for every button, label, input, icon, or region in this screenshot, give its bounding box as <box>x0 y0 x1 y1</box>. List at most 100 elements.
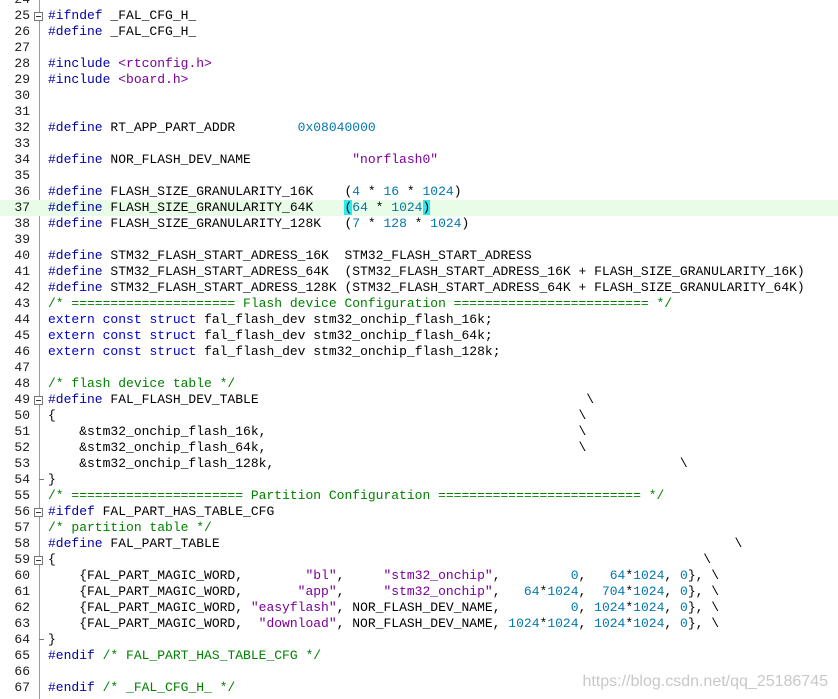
code-text[interactable]: extern const struct fal_flash_dev stm32_… <box>48 344 501 360</box>
code-line[interactable]: 45 extern const struct fal_flash_dev stm3… <box>0 328 838 344</box>
code-line[interactable]: 26 #define _FAL_CFG_H_ <box>0 24 838 40</box>
line-number: 25 <box>14 8 30 23</box>
code-line[interactable]: 33 <box>0 136 838 152</box>
line-number: 51 <box>14 424 30 439</box>
code-line[interactable]: 40 #define STM32_FLASH_START_ADRESS_16K S… <box>0 248 838 264</box>
line-number: 41 <box>14 264 30 279</box>
code-text[interactable]: } <box>48 472 56 488</box>
code-text[interactable]: extern const struct fal_flash_dev stm32_… <box>48 328 493 344</box>
code-text[interactable]: /* partition table */ <box>48 520 212 536</box>
code-text[interactable]: #define FLASH_SIZE_GRANULARITY_64K (64 *… <box>48 200 431 216</box>
watermark: https://blog.csdn.net/qq_25186745 <box>582 673 828 690</box>
code-line[interactable]: 44 extern const struct fal_flash_dev stm3… <box>0 312 838 328</box>
line-number: 67 <box>14 680 30 695</box>
code-text[interactable]: #define _FAL_CFG_H_ <box>48 24 196 40</box>
code-line[interactable]: 51 &stm32_onchip_flash_16k, \ <box>0 424 838 440</box>
line-number: 58 <box>14 536 30 551</box>
code-text[interactable]: #ifdef FAL_PART_HAS_TABLE_CFG <box>48 504 274 520</box>
code-text[interactable]: /* ===================== Flash device Co… <box>48 296 672 312</box>
line-number: 32 <box>14 120 30 135</box>
code-line[interactable]: 34 #define NOR_FLASH_DEV_NAME "norflash0" <box>0 152 838 168</box>
code-text[interactable]: {FAL_PART_MAGIC_WORD, "download", NOR_FL… <box>48 616 719 632</box>
code-line[interactable]: 52 &stm32_onchip_flash_64k, \ <box>0 440 838 456</box>
code-text[interactable]: #define STM32_FLASH_START_ADRESS_16K STM… <box>48 248 532 264</box>
code-text[interactable]: #define STM32_FLASH_START_ADRESS_64K (ST… <box>48 264 805 280</box>
code-line[interactable]: 30 <box>0 88 838 104</box>
code-text[interactable]: #define STM32_FLASH_START_ADRESS_128K (S… <box>48 280 805 296</box>
code-line[interactable]: 55 /* ====================== Partition Co… <box>0 488 838 504</box>
code-text[interactable]: #define FAL_FLASH_DEV_TABLE \ <box>48 392 594 408</box>
code-text[interactable]: #include <rtconfig.h> <box>48 56 212 72</box>
code-line[interactable]: 47 <box>0 360 838 376</box>
code-text[interactable]: {FAL_PART_MAGIC_WORD, "app", "stm32_onch… <box>48 584 719 600</box>
code-line[interactable]: 49 #define FAL_FLASH_DEV_TABLE \ <box>0 392 838 408</box>
code-line[interactable]: 59 { \ <box>0 552 838 568</box>
code-line[interactable]: 43 /* ===================== Flash device … <box>0 296 838 312</box>
code-line[interactable]: 27 <box>0 40 838 56</box>
line-number: 36 <box>14 184 30 199</box>
code-text[interactable]: #define FAL_PART_TABLE \ <box>48 536 742 552</box>
code-text[interactable]: /* ====================== Partition Conf… <box>48 488 664 504</box>
fold-toggle-icon[interactable] <box>34 556 43 565</box>
code-text[interactable]: #define RT_APP_PART_ADDR 0x08040000 <box>48 120 376 136</box>
code-line[interactable]: 61 {FAL_PART_MAGIC_WORD, "app", "stm32_o… <box>0 584 838 600</box>
code-line[interactable]: 24 <box>0 0 838 8</box>
code-line[interactable]: 56 #ifdef FAL_PART_HAS_TABLE_CFG <box>0 504 838 520</box>
code-line[interactable]: 60 {FAL_PART_MAGIC_WORD, "bl", "stm32_on… <box>0 568 838 584</box>
code-text[interactable]: } <box>48 632 56 648</box>
code-line[interactable]: 58 #define FAL_PART_TABLE \ <box>0 536 838 552</box>
line-number: 44 <box>14 312 30 327</box>
code-line[interactable]: 62 {FAL_PART_MAGIC_WORD, "easyflash", NO… <box>0 600 838 616</box>
code-text[interactable]: {FAL_PART_MAGIC_WORD, "bl", "stm32_onchi… <box>48 568 719 584</box>
code-line[interactable]: 65 #endif /* FAL_PART_HAS_TABLE_CFG */ <box>0 648 838 664</box>
code-line[interactable]: 41 #define STM32_FLASH_START_ADRESS_64K (… <box>0 264 838 280</box>
code-text[interactable]: #ifndef _FAL_CFG_H_ <box>48 8 196 24</box>
line-number: 24 <box>0 0 30 8</box>
code-line[interactable]: 28 #include <rtconfig.h> <box>0 56 838 72</box>
code-line[interactable]: 32 #define RT_APP_PART_ADDR 0x08040000 <box>0 120 838 136</box>
line-number: 27 <box>14 40 30 55</box>
code-text[interactable]: { \ <box>48 552 711 568</box>
code-text[interactable]: &stm32_onchip_flash_16k, \ <box>48 424 586 440</box>
code-line[interactable]: 63 {FAL_PART_MAGIC_WORD, "download", NOR… <box>0 616 838 632</box>
code-line[interactable]: 50 { \ <box>0 408 838 424</box>
code-text[interactable]: extern const struct fal_flash_dev stm32_… <box>48 312 493 328</box>
code-line[interactable]: 53 &stm32_onchip_flash_128k, \ <box>0 456 838 472</box>
code-line[interactable]: 48 /* flash device table */ <box>0 376 838 392</box>
fold-toggle-icon[interactable] <box>34 12 43 21</box>
line-number: 33 <box>14 136 30 151</box>
code-text[interactable]: {FAL_PART_MAGIC_WORD, "easyflash", NOR_F… <box>48 600 719 616</box>
code-line[interactable]: 29 #include <board.h> <box>0 72 838 88</box>
line-number: 46 <box>14 344 30 359</box>
code-text[interactable]: #endif /* FAL_PART_HAS_TABLE_CFG */ <box>48 648 321 664</box>
fold-toggle-icon[interactable] <box>34 508 43 517</box>
code-text[interactable]: #endif /* _FAL_CFG_H_ */ <box>48 680 235 696</box>
code-line[interactable]: 37 #define FLASH_SIZE_GRANULARITY_64K (64… <box>0 200 838 216</box>
code-text[interactable]: #define FLASH_SIZE_GRANULARITY_16K (4 * … <box>48 184 462 200</box>
line-number: 54 <box>14 472 30 487</box>
code-line[interactable]: 35 <box>0 168 838 184</box>
brace-match: ) <box>422 200 431 215</box>
line-number: 57 <box>14 520 30 535</box>
code-line[interactable]: 46 extern const struct fal_flash_dev stm3… <box>0 344 838 360</box>
code-line[interactable]: 38 #define FLASH_SIZE_GRANULARITY_128K (7… <box>0 216 838 232</box>
code-line[interactable]: 31 <box>0 104 838 120</box>
code-line[interactable]: 54} <box>0 472 838 488</box>
code-line[interactable]: 57 /* partition table */ <box>0 520 838 536</box>
line-number: 55 <box>14 488 30 503</box>
code-line[interactable]: 64} <box>0 632 838 648</box>
code-text[interactable]: #include <board.h> <box>48 72 188 88</box>
code-text[interactable]: { \ <box>48 408 586 424</box>
code-text[interactable]: #define NOR_FLASH_DEV_NAME "norflash0" <box>48 152 438 168</box>
code-text[interactable]: #define FLASH_SIZE_GRANULARITY_128K (7 *… <box>48 216 469 232</box>
code-line[interactable]: 25 #ifndef _FAL_CFG_H_ <box>0 8 838 24</box>
code-text[interactable]: &stm32_onchip_flash_128k, \ <box>48 456 688 472</box>
code-text[interactable]: &stm32_onchip_flash_64k, \ <box>48 440 586 456</box>
fold-toggle-icon[interactable] <box>34 396 43 405</box>
code-line[interactable]: 39 <box>0 232 838 248</box>
line-number: 47 <box>14 360 30 375</box>
code-line[interactable]: 36 #define FLASH_SIZE_GRANULARITY_16K (4 … <box>0 184 838 200</box>
code-text[interactable]: /* flash device table */ <box>48 376 235 392</box>
code-line[interactable]: 42 #define STM32_FLASH_START_ADRESS_128K … <box>0 280 838 296</box>
line-number: 52 <box>14 440 30 455</box>
